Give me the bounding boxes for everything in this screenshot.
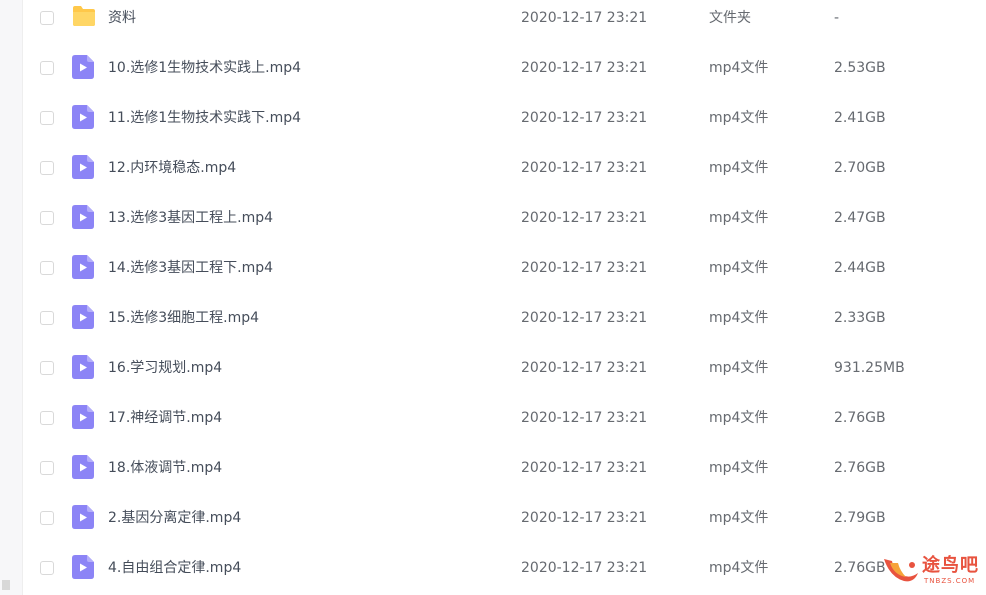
video-file-icon	[72, 155, 94, 179]
left-sidebar-edge	[0, 0, 23, 595]
file-row[interactable]: 14.选修3基因工程下.mp4 2020-12-17 23:21 mp4文件 2…	[22, 252, 986, 302]
file-row[interactable]: 12.内环境稳态.mp4 2020-12-17 23:21 mp4文件 2.70…	[22, 152, 986, 202]
file-size: 2.70GB	[834, 160, 886, 176]
modified-date: 2020-12-17 23:21	[521, 110, 648, 126]
file-type: mp4文件	[709, 260, 769, 276]
video-file-icon	[72, 205, 94, 229]
file-name[interactable]: 15.选修3细胞工程.mp4	[108, 308, 259, 328]
file-list: 资料 2020-12-17 23:21 文件夹 - 10.选修1生物技术实践上.…	[22, 0, 986, 595]
file-name[interactable]: 10.选修1生物技术实践上.mp4	[108, 58, 301, 78]
row-checkbox[interactable]	[40, 211, 54, 225]
file-name[interactable]: 4.自由组合定律.mp4	[108, 558, 241, 578]
file-size: -	[834, 10, 840, 26]
file-type: mp4文件	[709, 360, 769, 376]
file-type: mp4文件	[709, 110, 769, 126]
modified-date: 2020-12-17 23:21	[521, 460, 648, 476]
file-name[interactable]: 11.选修1生物技术实践下.mp4	[108, 108, 301, 128]
file-name[interactable]: 17.神经调节.mp4	[108, 408, 222, 428]
file-name[interactable]: 13.选修3基因工程上.mp4	[108, 208, 273, 228]
row-checkbox[interactable]	[40, 111, 54, 125]
file-row[interactable]: 18.体液调节.mp4 2020-12-17 23:21 mp4文件 2.76G…	[22, 452, 986, 502]
modified-date: 2020-12-17 23:21	[521, 210, 648, 226]
row-checkbox[interactable]	[40, 261, 54, 275]
site-watermark: 途鸟吧 TNBZS.COM	[880, 553, 980, 589]
video-file-icon	[72, 55, 94, 79]
file-type: mp4文件	[709, 310, 769, 326]
file-row[interactable]: 2.基因分离定律.mp4 2020-12-17 23:21 mp4文件 2.79…	[22, 502, 986, 552]
watermark-title: 途鸟吧	[922, 555, 979, 576]
video-file-icon	[72, 405, 94, 429]
file-size: 2.76GB	[834, 460, 886, 476]
row-checkbox[interactable]	[40, 511, 54, 525]
video-file-icon	[72, 355, 94, 379]
row-checkbox[interactable]	[40, 411, 54, 425]
video-file-icon	[72, 255, 94, 279]
file-type: mp4文件	[709, 460, 769, 476]
modified-date: 2020-12-17 23:21	[521, 510, 648, 526]
file-name[interactable]: 18.体液调节.mp4	[108, 458, 222, 478]
row-checkbox[interactable]	[40, 461, 54, 475]
modified-date: 2020-12-17 23:21	[521, 560, 648, 576]
video-file-icon	[72, 505, 94, 529]
video-file-icon	[72, 455, 94, 479]
modified-date: 2020-12-17 23:21	[521, 160, 648, 176]
modified-date: 2020-12-17 23:21	[521, 260, 648, 276]
file-size: 2.44GB	[834, 260, 886, 276]
modified-date: 2020-12-17 23:21	[521, 360, 648, 376]
file-browser: 资料 2020-12-17 23:21 文件夹 - 10.选修1生物技术实践上.…	[0, 0, 986, 595]
file-row[interactable]: 15.选修3细胞工程.mp4 2020-12-17 23:21 mp4文件 2.…	[22, 302, 986, 352]
file-type: mp4文件	[709, 560, 769, 576]
modified-date: 2020-12-17 23:21	[521, 310, 648, 326]
watermark-subtitle: TNBZS.COM	[924, 577, 976, 585]
file-size: 2.53GB	[834, 60, 886, 76]
file-size: 2.79GB	[834, 510, 886, 526]
file-row-folder[interactable]: 资料 2020-12-17 23:21 文件夹 -	[22, 2, 986, 52]
file-row[interactable]: 13.选修3基因工程上.mp4 2020-12-17 23:21 mp4文件 2…	[22, 202, 986, 252]
row-checkbox[interactable]	[40, 561, 54, 575]
modified-date: 2020-12-17 23:21	[521, 60, 648, 76]
file-row[interactable]: 16.学习规划.mp4 2020-12-17 23:21 mp4文件 931.2…	[22, 352, 986, 402]
file-type: mp4文件	[709, 410, 769, 426]
file-size: 2.76GB	[834, 410, 886, 426]
row-checkbox[interactable]	[40, 161, 54, 175]
row-checkbox[interactable]	[40, 61, 54, 75]
row-checkbox[interactable]	[40, 361, 54, 375]
file-type: 文件夹	[709, 10, 751, 26]
file-size: 2.76GB	[834, 560, 886, 576]
file-row[interactable]: 10.选修1生物技术实践上.mp4 2020-12-17 23:21 mp4文件…	[22, 52, 986, 102]
file-name[interactable]: 14.选修3基因工程下.mp4	[108, 258, 273, 278]
file-name[interactable]: 12.内环境稳态.mp4	[108, 158, 236, 178]
file-type: mp4文件	[709, 60, 769, 76]
file-type: mp4文件	[709, 210, 769, 226]
row-checkbox[interactable]	[40, 11, 54, 25]
file-row[interactable]: 4.自由组合定律.mp4 2020-12-17 23:21 mp4文件 2.76…	[22, 552, 986, 595]
file-size: 2.41GB	[834, 110, 886, 126]
modified-date: 2020-12-17 23:21	[521, 10, 648, 26]
file-type: mp4文件	[709, 160, 769, 176]
file-name[interactable]: 16.学习规划.mp4	[108, 358, 222, 378]
file-size: 931.25MB	[834, 360, 905, 376]
video-file-icon	[72, 105, 94, 129]
file-size: 2.33GB	[834, 310, 886, 326]
scroll-marker	[2, 580, 10, 590]
file-size: 2.47GB	[834, 210, 886, 226]
modified-date: 2020-12-17 23:21	[521, 410, 648, 426]
row-checkbox[interactable]	[40, 311, 54, 325]
video-file-icon	[72, 555, 94, 579]
bird-logo-icon	[880, 553, 920, 589]
file-name[interactable]: 2.基因分离定律.mp4	[108, 508, 241, 528]
file-type: mp4文件	[709, 510, 769, 526]
file-row[interactable]: 11.选修1生物技术实践下.mp4 2020-12-17 23:21 mp4文件…	[22, 102, 986, 152]
file-name[interactable]: 资料	[108, 8, 136, 28]
folder-icon	[72, 5, 95, 29]
video-file-icon	[72, 305, 94, 329]
file-row[interactable]: 17.神经调节.mp4 2020-12-17 23:21 mp4文件 2.76G…	[22, 402, 986, 452]
